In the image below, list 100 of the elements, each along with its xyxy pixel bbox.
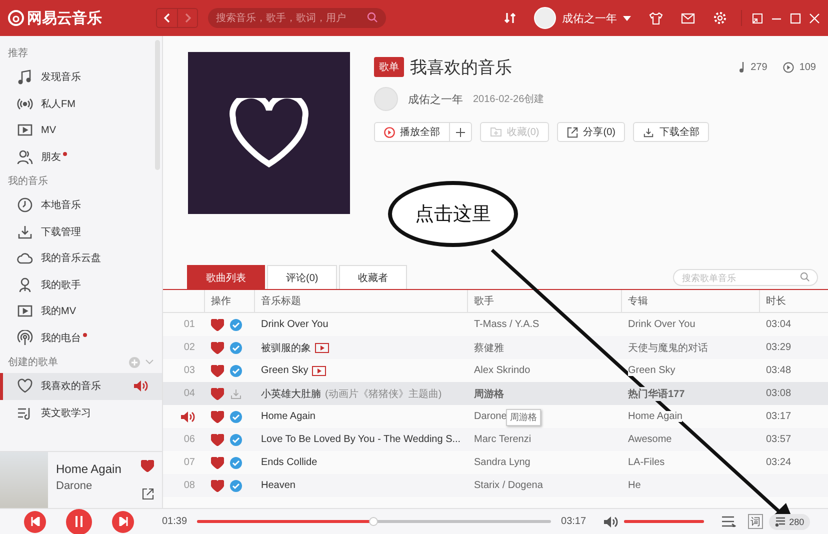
album-name[interactable]: 热门华语177 <box>628 386 685 400</box>
sync-icon[interactable] <box>504 12 516 24</box>
song-duration: 03:57 <box>766 434 792 445</box>
tab[interactable]: 收藏者 <box>339 265 408 289</box>
heart-icon[interactable] <box>211 410 224 422</box>
note-icon <box>738 62 746 72</box>
next-button[interactable] <box>112 510 134 532</box>
pause-button[interactable] <box>66 508 92 534</box>
close-icon[interactable] <box>809 12 820 24</box>
song-subtitle: (动画片《猪猪侠》主题曲) <box>325 386 442 400</box>
logo-icon <box>8 10 24 26</box>
album-name[interactable]: LA-Files <box>628 457 665 468</box>
mail-icon[interactable] <box>681 12 695 24</box>
annotation-callout: 点击这里 <box>388 181 518 247</box>
artist-name[interactable]: Alex Skrindo <box>474 365 530 376</box>
playlist-title: 我喜欢的音乐 <box>410 56 513 78</box>
section-heading: 我的音乐 <box>8 174 49 188</box>
play-icon <box>783 62 794 72</box>
sidebar-item[interactable]: 我的电台 <box>0 324 162 351</box>
album-name[interactable]: Awesome <box>628 434 672 445</box>
song-row[interactable]: 02 被驯服的象 蔡健雅 天使与魔鬼的对话 03:29 <box>163 336 828 359</box>
sidebar-item-label: MV <box>41 124 56 136</box>
sidebar-item[interactable]: 私人FM <box>0 90 162 117</box>
artist-name[interactable]: Sandra Lyng <box>474 457 530 468</box>
artist-name[interactable]: Darone <box>474 411 507 422</box>
artist-name[interactable]: Starix / Dogena <box>474 480 543 491</box>
pause-icon <box>74 516 84 527</box>
song-row[interactable]: 04 小英雄大肚腩 (动画片《猪猪侠》主题曲) 周游格 热门华语177 03:08 <box>163 382 828 405</box>
volume-icon[interactable] <box>604 516 618 528</box>
column-header[interactable]: 歌手 <box>474 294 494 308</box>
playlist-search-field[interactable]: 搜索歌单音乐 <box>673 269 818 286</box>
album-name[interactable]: He <box>628 480 641 491</box>
sidebar-item[interactable]: 发现音乐 <box>0 64 162 90</box>
song-duration: 03:17 <box>766 411 792 422</box>
column-header[interactable]: 操作 <box>211 294 231 308</box>
column-header[interactable]: 时长 <box>766 294 786 308</box>
sidebar-item[interactable]: MV <box>0 117 162 144</box>
tab[interactable]: 评论(0) <box>267 265 338 289</box>
heart-icon[interactable] <box>211 480 224 492</box>
settings-icon[interactable] <box>713 11 727 25</box>
share-icon[interactable] <box>142 488 154 500</box>
playlist-queue-button[interactable]: 280 <box>769 514 810 530</box>
album-name[interactable]: 天使与魔鬼的对话 <box>628 340 708 354</box>
artist-name[interactable]: 蔡健雅 <box>474 340 504 354</box>
heart-icon[interactable] <box>211 318 224 330</box>
song-row[interactable]: 08 Heaven Starix / Dogena He <box>163 474 828 497</box>
progress-track[interactable] <box>197 520 552 523</box>
people-icon <box>17 148 33 165</box>
heart-icon[interactable] <box>211 434 224 446</box>
caret-icon[interactable] <box>623 16 631 20</box>
heart-icon[interactable] <box>211 364 224 376</box>
mv-icon[interactable] <box>315 342 329 352</box>
row-number: 07 <box>184 457 195 468</box>
tab[interactable]: 歌曲列表 <box>187 265 265 289</box>
mini-mode-icon[interactable] <box>752 12 763 24</box>
song-title: Green Sky <box>261 365 308 376</box>
song-duration: 03:04 <box>766 319 792 330</box>
sidebar-item[interactable]: 我喜欢的音乐 <box>0 373 162 400</box>
heart-icon[interactable] <box>211 388 224 400</box>
heart-icon[interactable] <box>211 456 224 468</box>
album-name[interactable]: Green Sky <box>628 365 676 376</box>
heart-icon[interactable] <box>211 342 224 354</box>
app-name: 网易云音乐 <box>27 8 102 28</box>
sidebar-item-label: 本地音乐 <box>41 198 81 212</box>
play-action-button[interactable]: 播放全部 <box>374 122 450 142</box>
sidebar-item[interactable]: 我的歌手 <box>0 272 162 298</box>
progress-thumb[interactable] <box>369 517 378 526</box>
artist-name[interactable]: T-Mass / Y.A.S <box>474 319 540 330</box>
column-header[interactable]: 专辑 <box>628 294 648 308</box>
artist-name[interactable]: Marc Terenzi <box>474 434 532 445</box>
play-mode-icon[interactable] <box>722 516 736 527</box>
song-title: Home Again <box>261 411 316 422</box>
sidebar-item[interactable]: 英文歌学习 <box>0 400 162 426</box>
sidebar-item[interactable]: 我的音乐云盘 <box>0 245 162 272</box>
column-header[interactable]: 音乐标题 <box>261 294 301 308</box>
song-count: 279 <box>750 62 768 72</box>
sidebar-item[interactable]: 本地音乐 <box>0 192 162 218</box>
search-field[interactable]: 搜索音乐，歌手，歌词，用户 <box>208 8 386 28</box>
mv-icon[interactable] <box>312 366 326 376</box>
album-name[interactable]: Home Again <box>628 411 682 422</box>
sidebar-item[interactable]: 我的MV <box>0 298 162 324</box>
maximize-icon[interactable] <box>790 12 801 24</box>
user-name[interactable]: 成佑之一年 <box>562 10 617 26</box>
creator-name[interactable]: 成佑之一年 <box>408 92 463 106</box>
heart-icon[interactable] <box>141 460 154 472</box>
add-button[interactable] <box>450 122 472 142</box>
album-name[interactable]: Drink Over You <box>628 319 696 330</box>
download-action-button[interactable]: 下载全部 <box>633 122 710 142</box>
playlist-badge: 歌单 <box>374 57 404 77</box>
folder-icon <box>490 127 502 137</box>
song-row[interactable]: 06 Love To Be Loved By You - The Wedding S... Marc Terenzi Awesome 03:57 <box>163 428 828 451</box>
row-number: 06 <box>184 434 195 445</box>
previous-button[interactable] <box>24 510 46 532</box>
artist-name[interactable]: 周游格 <box>474 386 504 400</box>
avatar[interactable] <box>534 7 556 29</box>
sidebar-item[interactable]: 下载管理 <box>0 218 162 245</box>
lyrics-button[interactable]: 词 <box>748 514 764 529</box>
sidebar-item[interactable]: 朋友 <box>0 144 162 170</box>
shirt-icon[interactable] <box>649 12 663 24</box>
share-action-button[interactable]: 分享(0) <box>557 122 626 142</box>
